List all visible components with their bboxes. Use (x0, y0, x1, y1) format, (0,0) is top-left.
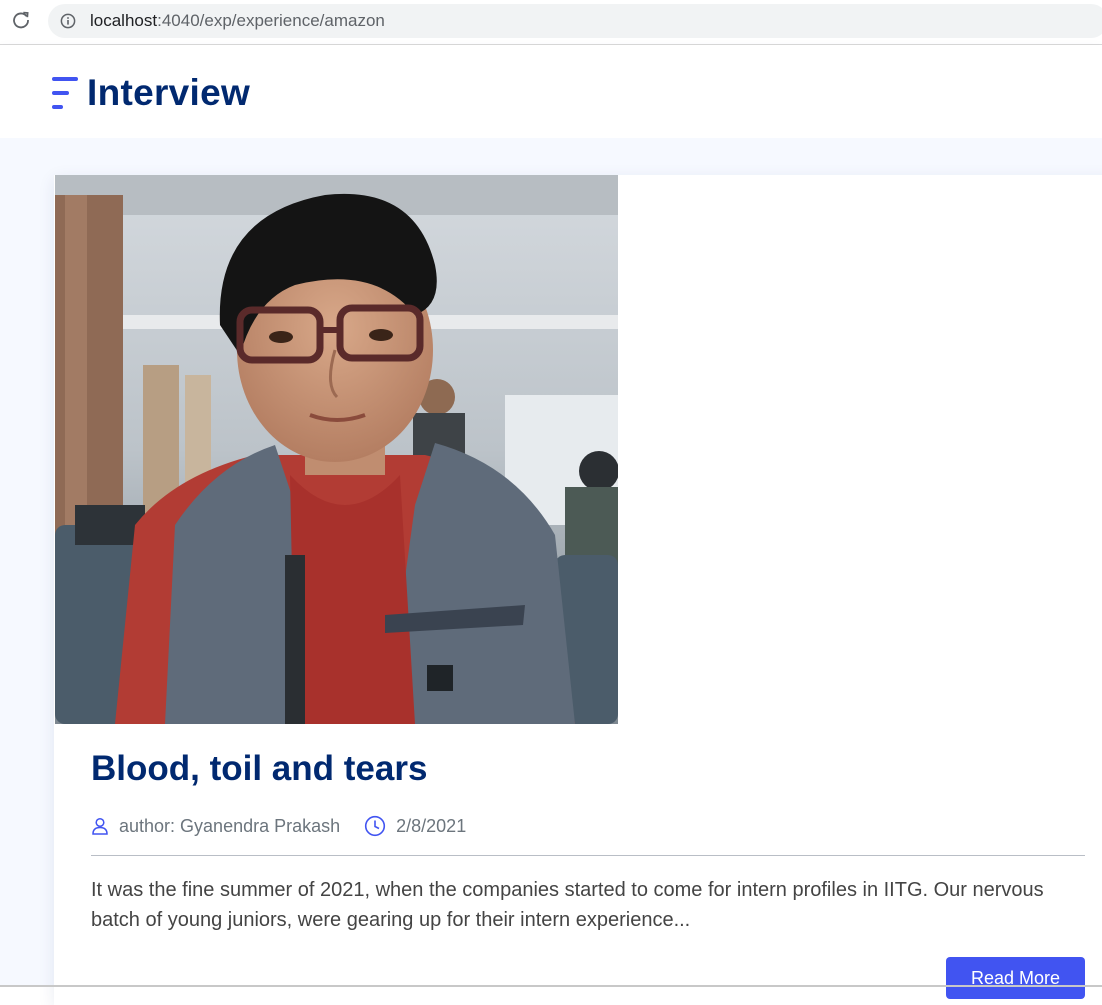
post-card: Blood, toil and tears author: Gyanendra … (54, 175, 1102, 1005)
post-meta: author: Gyanendra Prakash 2/8/2021 (91, 815, 490, 837)
browser-toolbar: localhost:4040/exp/experience/amazon (0, 0, 1102, 45)
read-more-button[interactable]: Read More (946, 957, 1085, 999)
post-author: author: Gyanendra Prakash (91, 816, 340, 837)
logo[interactable]: Interview (52, 73, 250, 113)
url-host: localhost (90, 11, 158, 30)
person-icon (92, 817, 108, 835)
address-bar[interactable]: localhost:4040/exp/experience/amazon (48, 4, 1102, 38)
reload-icon[interactable] (11, 10, 31, 30)
date-text: 2/8/2021 (396, 815, 467, 836)
divider (91, 855, 1085, 856)
post-image (55, 175, 618, 724)
author-text: author: Gyanendra Prakash (119, 815, 341, 836)
info-icon[interactable] (60, 13, 76, 29)
clock-icon (365, 815, 386, 837)
url-text[interactable]: localhost:4040/exp/experience/amazon (90, 11, 385, 31)
url-path: :4040/exp/experience/amazon (157, 11, 385, 30)
logo-lines-icon (52, 77, 78, 109)
post-title[interactable]: Blood, toil and tears (91, 747, 427, 791)
site-header: Interview (0, 45, 1102, 138)
post-excerpt: It was the fine summer of 2021, when the… (91, 879, 1044, 931)
logo-text: Interview (87, 72, 251, 113)
post-date: 2/8/2021 (364, 815, 466, 837)
main-content: Blood, toil and tears author: Gyanendra … (0, 138, 1102, 1005)
